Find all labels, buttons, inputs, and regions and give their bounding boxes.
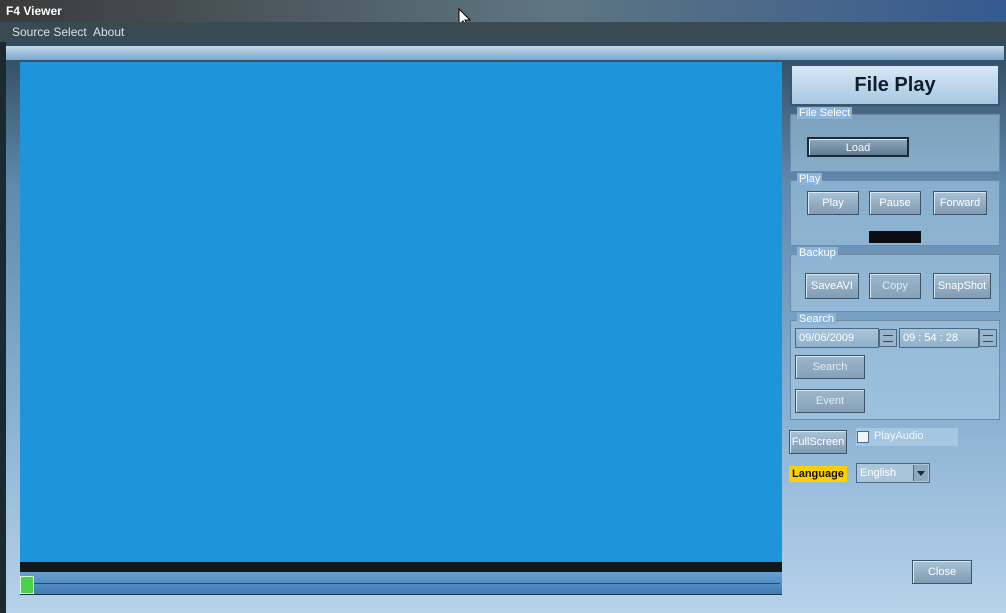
search-button[interactable]: Search <box>795 355 865 379</box>
window-title: F4 Viewer <box>6 4 62 18</box>
spinner-icon[interactable] <box>979 329 997 347</box>
time-field[interactable]: 09 : 54 : 28 <box>899 328 979 348</box>
file-select-label: File Select <box>797 107 853 119</box>
close-button[interactable]: Close <box>912 560 972 584</box>
play-button[interactable]: Play <box>807 191 859 215</box>
search-label: Search <box>797 313 836 325</box>
fullscreen-button[interactable]: FullScreen <box>789 430 847 454</box>
snapshot-button[interactable]: SnapShot <box>933 273 991 299</box>
file-select-group: File Select Load <box>790 107 1000 172</box>
date-field[interactable]: 09/06/2009 <box>795 328 879 348</box>
playback-timeline[interactable] <box>20 572 782 595</box>
title-bar: F4 Viewer <box>0 0 1006 22</box>
search-group: Search 09/06/2009 09 : 54 : 28 Search Ev… <box>790 313 1000 420</box>
timeline-slider-thumb[interactable] <box>20 576 34 594</box>
play-group-label: Play <box>797 173 823 185</box>
language-label: Language <box>789 466 847 482</box>
menu-bar: Source Select About <box>0 22 1006 42</box>
playback-status-bar <box>869 231 921 243</box>
timeline-track <box>32 583 780 584</box>
forward-button[interactable]: Forward <box>933 191 987 215</box>
pause-button[interactable]: Pause <box>869 191 921 215</box>
language-select[interactable]: English <box>856 463 930 483</box>
backup-group: Backup SaveAVI Copy SnapShot <box>790 247 1000 312</box>
timeline-header <box>20 562 782 572</box>
menu-about[interactable]: About <box>93 25 124 39</box>
play-audio-option[interactable]: PlayAudio <box>856 428 958 446</box>
dropdown-arrow-icon[interactable] <box>913 465 928 481</box>
frame-top-strip <box>6 46 1004 60</box>
play-audio-label: PlayAudio <box>874 430 924 442</box>
backup-label: Backup <box>797 247 838 259</box>
video-display[interactable] <box>20 62 782 562</box>
event-button[interactable]: Event <box>795 389 865 413</box>
language-selected-value: English <box>860 467 897 479</box>
saveavi-button[interactable]: SaveAVI <box>805 273 859 299</box>
panel-title: File Play <box>790 64 1000 106</box>
load-button[interactable]: Load <box>807 137 909 157</box>
copy-button[interactable]: Copy <box>869 273 921 299</box>
play-group: Play Play Pause Forward <box>790 173 1000 246</box>
spinner-icon[interactable] <box>879 329 897 347</box>
menu-source-select[interactable]: Source Select <box>12 25 87 39</box>
play-audio-checkbox[interactable] <box>857 431 869 443</box>
